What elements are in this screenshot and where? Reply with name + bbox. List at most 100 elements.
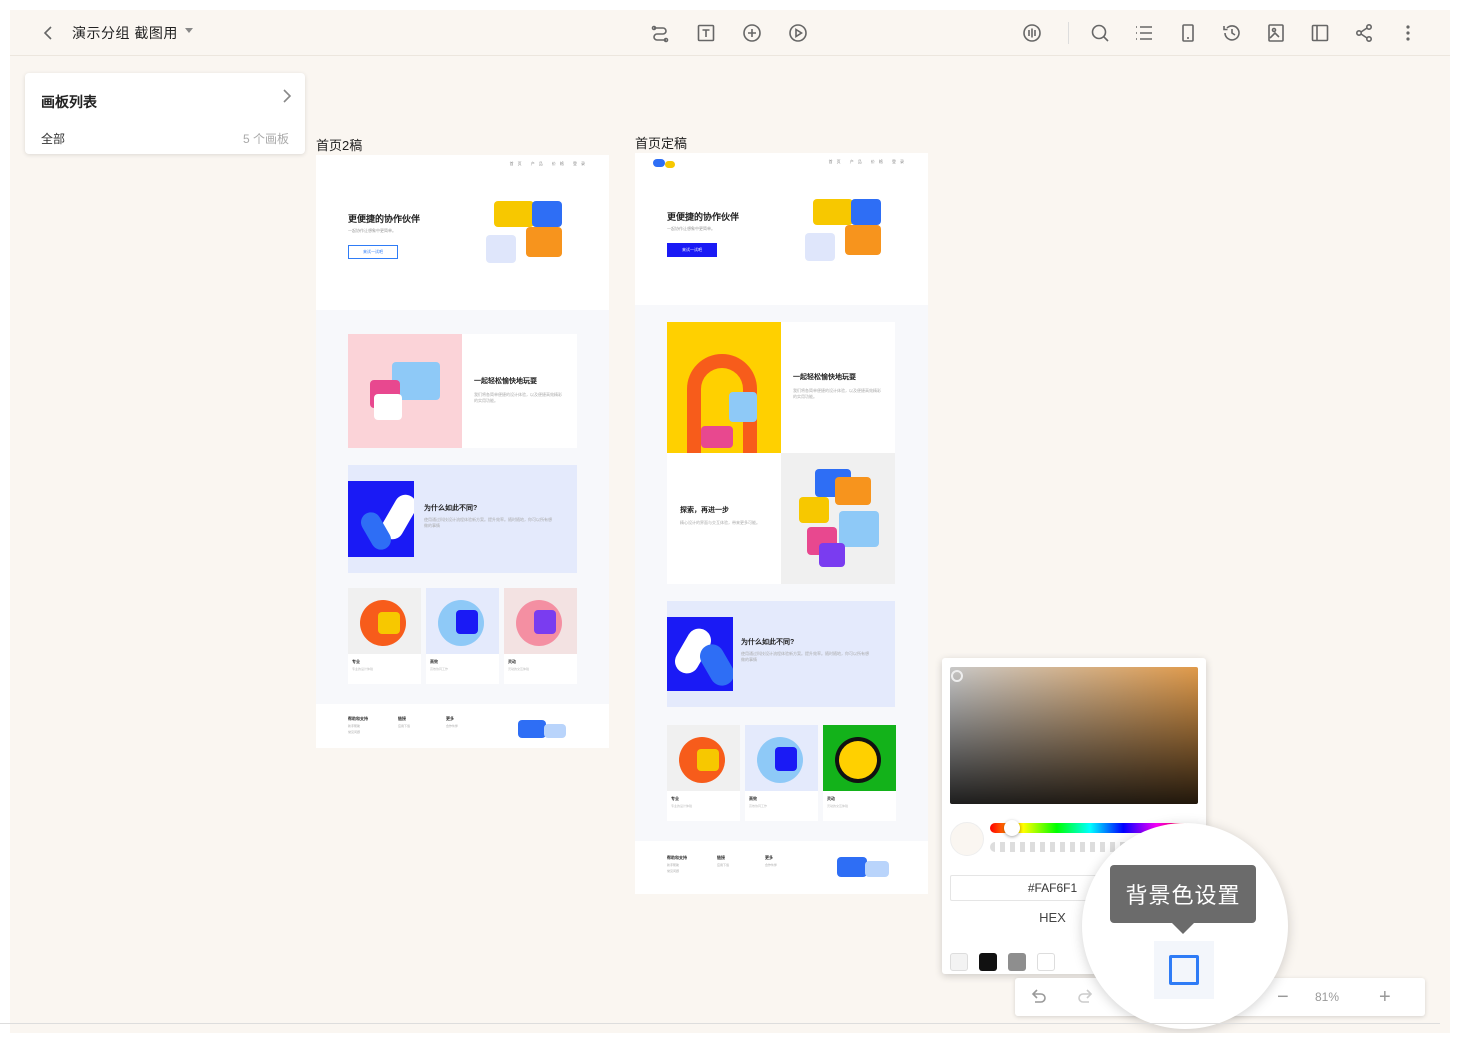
more-icon[interactable] [1396, 21, 1420, 45]
hero-section: 首页 产品 价格 登录 更便捷的协作伙伴 一起协作让想象中更简单。 来试一试吧 [635, 153, 928, 305]
section-text: 使用通过科技设计流程体验新方案。提升效率。随时随地，你可以所有想做的事情 [424, 517, 552, 528]
card-text: 灵动的交互体验 [827, 804, 849, 808]
text-tool-icon[interactable] [694, 21, 718, 45]
card-title: 高效 [749, 796, 757, 801]
logo-icon [653, 159, 665, 167]
chat-bubbles-illustration [484, 195, 579, 275]
section-text: 我们将各简单便捷的设计体验，以及便捷高效精彩的实用功能。 [474, 392, 562, 403]
zoom-in-button[interactable]: + [1379, 986, 1391, 1009]
list-icon[interactable] [1132, 21, 1156, 45]
play-icon[interactable] [786, 21, 810, 45]
zoom-out-button[interactable]: − [1277, 986, 1289, 1009]
preset-swatch[interactable] [1037, 953, 1055, 971]
share-icon[interactable] [1352, 21, 1376, 45]
mini-nav: 首页 产品 价格 登录 [828, 159, 908, 164]
feature-card: 灵动 灵动的交互体验 [504, 588, 577, 684]
add-circle-icon[interactable] [740, 21, 764, 45]
feature-card: 专业 专业的设计体验 [667, 725, 740, 821]
board-list-title: 画板列表 [41, 94, 97, 110]
feature-card: 专业 专业的设计体验 [348, 588, 421, 684]
feature-section-play: 一起轻松愉快地玩耍 我们将各简单便捷的设计体验，以及便捷高效精彩的实用功能。 [348, 334, 577, 448]
section-text: 精心设计的界面与交互体验，带来更多可能。 [680, 520, 760, 525]
blue-illustration [667, 617, 733, 691]
card-text: 高效协同工作 [430, 667, 449, 671]
card-text: 专业的设计体验 [671, 804, 693, 808]
footer: 帮助和支持 新手帮助 常见问题 链接 应用下载 更多 合作伙伴 [635, 841, 928, 894]
hero-title: 更便捷的协作伙伴 [348, 214, 421, 224]
voice-icon[interactable] [1020, 21, 1044, 45]
board-label[interactable]: 首页定稿 [635, 133, 687, 152]
board-list-panel[interactable]: 画板列表 全部 5 个画板 [25, 73, 305, 154]
export-image-icon[interactable] [1264, 21, 1288, 45]
device-icon[interactable] [1176, 21, 1200, 45]
square-outline-icon [1169, 955, 1199, 985]
footer-column-title: 帮助和支持 [667, 855, 687, 860]
footer-link: 常见问题 [348, 730, 361, 734]
blue-illustration [348, 481, 414, 557]
redo-icon[interactable] [1075, 986, 1095, 1012]
board-label[interactable]: 首页2稿 [316, 135, 362, 154]
canvas[interactable]: 演示分组 截图用 画板列表 全部 5 个画板 首页2稿 首页 产品 价格 登录 … [10, 10, 1450, 1033]
yellow-illustration [667, 322, 781, 453]
preset-swatch[interactable] [1008, 953, 1026, 971]
document-title[interactable]: 演示分组 截图用 [72, 23, 178, 43]
undo-icon[interactable] [1029, 986, 1049, 1012]
section-title: 为什么如此不同? [741, 639, 795, 646]
footer-link: 应用下载 [398, 724, 411, 728]
section-title: 为什么如此不同? [424, 505, 478, 512]
hero-subtitle: 一起协作让想象中更简单。 [348, 228, 396, 233]
footer-logo-illustration [544, 724, 566, 738]
card-title: 专业 [671, 796, 679, 801]
section-text: 使用通过科技设计流程体验新方案。提升效率。随时随地，你可以所有想做的事情 [741, 651, 869, 662]
search-icon[interactable] [1088, 21, 1112, 45]
preset-swatch[interactable] [979, 953, 997, 971]
feature-card: 灵动 灵动的交互体验 [823, 725, 896, 821]
blue-face-illustration [426, 588, 499, 654]
hue-slider-handle[interactable] [1004, 820, 1020, 836]
chevron-down-icon[interactable] [185, 28, 193, 33]
orange-face-illustration [667, 725, 740, 791]
saturation-area[interactable] [950, 667, 1198, 804]
hero-section: 首页 产品 价格 登录 更便捷的协作伙伴 一起协作让想象中更简单。 来试一试吧 [316, 155, 609, 310]
footer-link: 合作伙伴 [446, 724, 459, 728]
footer-logo-illustration [865, 861, 889, 877]
background-color-button[interactable] [1154, 941, 1214, 999]
feature-section-different: 为什么如此不同? 使用通过科技设计流程体验新方案。提升效率。随时随地，你可以所有… [667, 601, 895, 707]
hero-button: 来试一试吧 [348, 245, 398, 259]
artboard-home-v2[interactable]: 首页 产品 价格 登录 更便捷的协作伙伴 一起协作让想象中更简单。 来试一试吧 … [316, 155, 609, 748]
footer-link: 合作伙伴 [765, 863, 778, 867]
mini-nav: 首页 产品 价格 登录 [509, 161, 589, 166]
feature-section-different: 为什么如此不同? 使用通过科技设计流程体验新方案。提升效率。随时随地，你可以所有… [348, 465, 577, 573]
back-icon[interactable] [38, 22, 60, 44]
card-title: 专业 [352, 659, 360, 664]
history-icon[interactable] [1220, 21, 1244, 45]
logo-icon [665, 161, 675, 168]
card-text: 灵动的交互体验 [508, 667, 530, 671]
footer-column-title: 链接 [717, 855, 725, 860]
preset-swatch[interactable] [950, 953, 968, 971]
saturation-handle[interactable] [951, 670, 963, 682]
section-text: 我们将各简单便捷的设计体验，以及便捷高效精彩的实用功能。 [793, 388, 881, 399]
section-title: 探索，再进一步 [680, 507, 729, 514]
chevron-right-icon[interactable] [281, 88, 293, 109]
top-toolbar: 演示分组 截图用 [10, 10, 1450, 56]
export-rp-icon[interactable] [1308, 21, 1332, 45]
current-color-preview [950, 822, 984, 856]
card-text: 专业的设计体验 [352, 667, 374, 671]
board-filter-all[interactable]: 全部 [41, 130, 65, 147]
footer-logo-illustration [518, 720, 546, 738]
connector-icon[interactable] [648, 21, 672, 45]
artboard-home-final[interactable]: 首页 产品 价格 登录 更便捷的协作伙伴 一起协作让想象中更简单。 来试一试吧 … [635, 153, 928, 894]
feature-section-play: 一起轻松愉快地玩耍 我们将各简单便捷的设计体验，以及便捷高效精彩的实用功能。 [667, 322, 895, 453]
footer-link: 常见问题 [667, 869, 680, 873]
card-text: 高效协同工作 [749, 804, 768, 808]
hero-title: 更便捷的协作伙伴 [667, 212, 740, 222]
green-face-illustration [823, 725, 896, 791]
footer-column-title: 帮助和支持 [348, 716, 368, 721]
zoom-level[interactable]: 81% [1315, 990, 1339, 1004]
feature-card: 高效 高效协同工作 [426, 588, 499, 684]
magnified-callout: 背景色设置 [1082, 823, 1288, 1029]
hero-button: 来试一试吧 [667, 243, 717, 257]
toolbar-divider [1068, 22, 1069, 44]
card-title: 灵动 [508, 659, 516, 664]
